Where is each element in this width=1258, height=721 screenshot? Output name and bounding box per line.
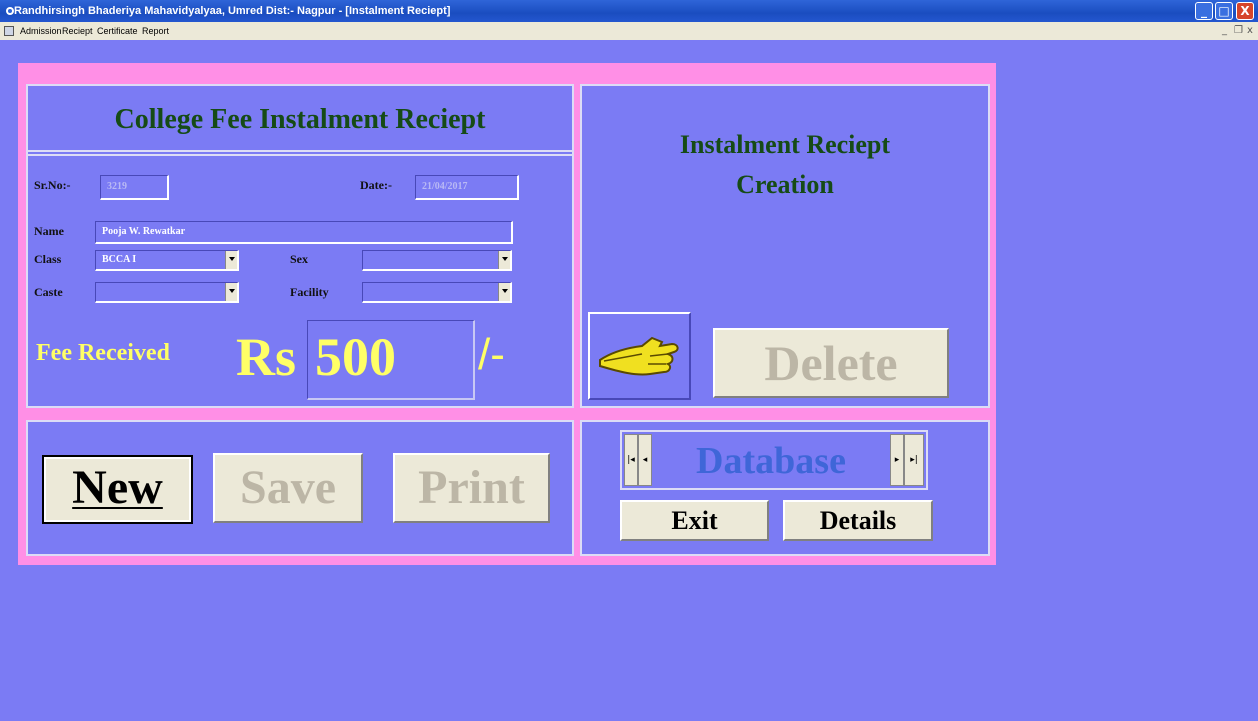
window-title: Randhirsingh Bhaderiya Mahavidyalyaa, Um…: [14, 5, 451, 17]
creation-title-line2: Creation: [736, 170, 834, 199]
sex-dropdown-icon[interactable]: [498, 251, 510, 269]
title-divider: [28, 150, 572, 152]
facility-select[interactable]: [362, 282, 512, 303]
maximize-button[interactable]: □: [1215, 2, 1233, 20]
amount-suffix: /-: [478, 330, 505, 379]
print-button[interactable]: Print: [393, 453, 550, 523]
date-label: Date:-: [360, 178, 392, 192]
srno-field[interactable]: 3219: [100, 175, 169, 200]
details-button-label: Details: [819, 506, 897, 535]
fee-received-label: Fee Received: [36, 340, 170, 366]
close-button[interactable]: X: [1236, 2, 1254, 20]
mdi-close-icon[interactable]: x: [1247, 22, 1253, 40]
mdi-minimize-icon[interactable]: _: [1222, 22, 1227, 40]
details-button[interactable]: Details: [783, 500, 933, 541]
menu-bar: Admission Reciept Certificate Report _ ❐…: [0, 22, 1258, 40]
caste-dropdown-icon[interactable]: [225, 283, 237, 301]
menu-admission[interactable]: Admission: [20, 22, 62, 40]
pointing-hand-icon: [599, 336, 679, 376]
delete-button[interactable]: Delete: [713, 328, 949, 398]
form-title: College Fee Instalment Reciept: [114, 104, 486, 135]
caste-select[interactable]: [95, 282, 239, 303]
class-label: Class: [34, 252, 62, 266]
prev-record-button[interactable]: ◂: [638, 434, 652, 486]
class-select-value: BCCA I: [102, 254, 137, 265]
minimize-button[interactable]: _: [1195, 2, 1213, 20]
caste-label: Caste: [34, 285, 63, 299]
exit-button-label: Exit: [671, 506, 718, 535]
facility-dropdown-icon[interactable]: [498, 283, 510, 301]
menu-certificate[interactable]: Certificate: [97, 22, 138, 40]
name-field[interactable]: Pooja W. Rewatkar: [95, 221, 513, 244]
sex-select[interactable]: [362, 250, 512, 271]
mdi-restore-icon[interactable]: ❐: [1234, 22, 1243, 40]
first-record-button[interactable]: |◂: [624, 434, 638, 486]
new-button[interactable]: New: [42, 455, 193, 524]
last-record-button[interactable]: ▸|: [904, 434, 924, 486]
class-dropdown-icon[interactable]: [225, 251, 237, 269]
facility-label: Facility: [290, 285, 329, 299]
save-button[interactable]: Save: [213, 453, 363, 523]
exit-button[interactable]: Exit: [620, 500, 769, 541]
next-record-button[interactable]: ▸: [890, 434, 904, 486]
pointer-image-box: [588, 312, 691, 400]
title-divider-lower: [28, 154, 572, 156]
menu-report[interactable]: Report: [142, 22, 169, 40]
creation-title-line1: Instalment Reciept: [679, 130, 891, 159]
srno-label: Sr.No:-: [34, 178, 71, 192]
currency-label: Rs: [236, 327, 297, 387]
fee-amount: 500: [315, 327, 396, 387]
new-button-label: New: [72, 461, 163, 514]
sex-label: Sex: [290, 252, 308, 266]
date-field[interactable]: 21/04/2017: [415, 175, 519, 200]
menu-reciept[interactable]: Reciept: [62, 22, 93, 40]
name-label: Name: [34, 224, 64, 238]
class-select[interactable]: BCCA I: [95, 250, 239, 271]
form-icon[interactable]: [4, 26, 14, 36]
database-caption: Database: [696, 440, 846, 482]
title-bar: Randhirsingh Bhaderiya Mahavidyalyaa, Um…: [0, 0, 1258, 22]
